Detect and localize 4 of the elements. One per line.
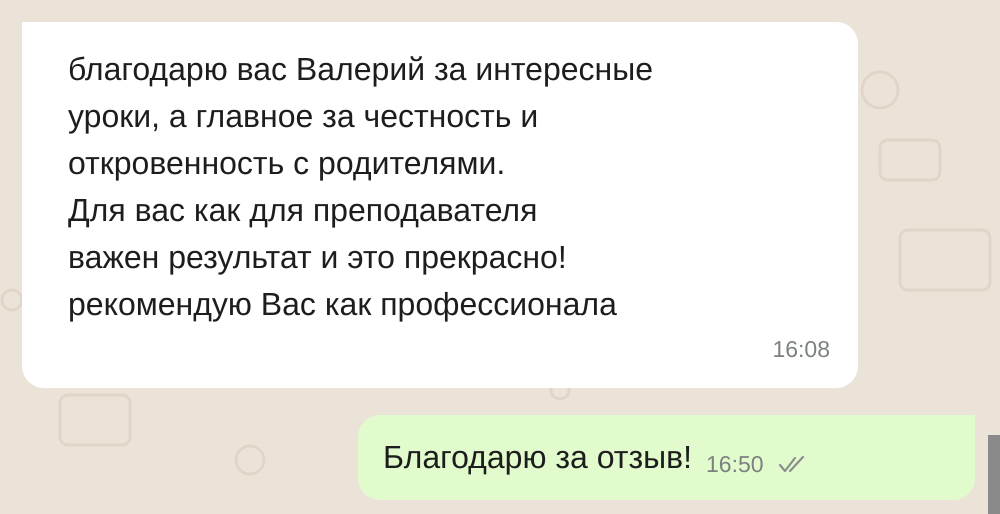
message-text: благодарю вас Валерий за интересные уроки, а главное за честность и откровенность с родителями. Для вас как для преподавателя важен результат и это прекрасно! рекомендую Вас как профессионала — [68, 50, 654, 324]
message-time: 16:08 — [772, 336, 830, 363]
message-text: Благодарю за отзыв! — [383, 438, 692, 477]
message-time: 16:50 — [706, 451, 764, 478]
